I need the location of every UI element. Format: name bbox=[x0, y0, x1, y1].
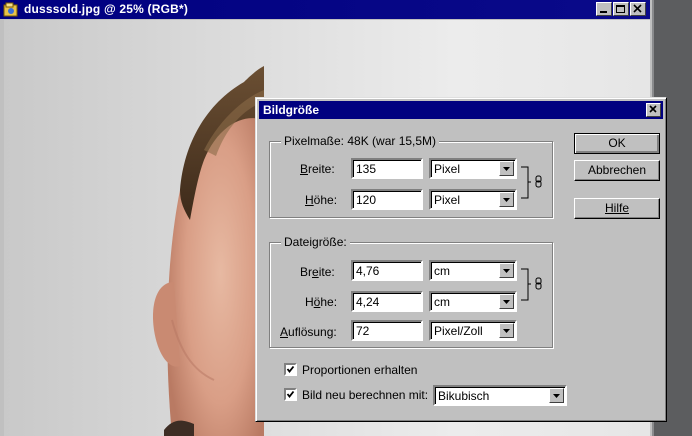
checkmark-icon bbox=[286, 390, 295, 398]
doc-height-label: Höhe: bbox=[305, 295, 338, 309]
doc-width-unit-select[interactable]: cm bbox=[429, 260, 517, 281]
pixel-height-unit-value: Pixel bbox=[434, 193, 461, 207]
dropdown-arrow[interactable] bbox=[499, 161, 514, 176]
resolution-input[interactable]: 72 bbox=[351, 320, 423, 341]
close-button[interactable] bbox=[630, 2, 646, 16]
chevron-down-icon bbox=[503, 198, 510, 202]
doc-width-label: Breite: bbox=[300, 265, 335, 279]
resolution-unit-select[interactable]: Pixel/Zoll bbox=[429, 320, 517, 341]
close-icon bbox=[633, 4, 642, 13]
doc-height-unit-select[interactable]: cm bbox=[429, 291, 517, 312]
document-title-bar[interactable]: dusssold.jpg @ 25% (RGB*) bbox=[0, 0, 650, 19]
ok-button[interactable]: OK bbox=[574, 133, 660, 154]
pixel-height-label: Höhe: bbox=[305, 193, 338, 207]
link-bracket-icon bbox=[521, 268, 542, 301]
checkmark-icon bbox=[286, 365, 295, 373]
photoshop-file-icon bbox=[3, 2, 18, 17]
chevron-down-icon bbox=[503, 269, 510, 273]
cancel-button[interactable]: Abbrechen bbox=[574, 160, 660, 181]
dialog-title-bar[interactable]: Bildgröße bbox=[259, 101, 663, 119]
pixel-height-input[interactable]: 120 bbox=[351, 189, 423, 210]
resample-method-value: Bikubisch bbox=[438, 389, 490, 403]
dropdown-arrow[interactable] bbox=[549, 388, 564, 403]
doc-width-unit-value: cm bbox=[434, 264, 450, 278]
pixel-width-unit-select[interactable]: Pixel bbox=[429, 158, 517, 179]
resample-checkbox[interactable] bbox=[284, 388, 297, 401]
pixel-height-unit-select[interactable]: Pixel bbox=[429, 189, 517, 210]
minimize-button[interactable] bbox=[596, 2, 612, 16]
dropdown-arrow[interactable] bbox=[499, 323, 514, 338]
dropdown-arrow[interactable] bbox=[499, 192, 514, 207]
resample-label[interactable]: Bild neu berechnen mit: bbox=[302, 388, 428, 402]
image-size-dialog: Bildgröße Pixelmaße: 48K (war 15,5M) Bre… bbox=[255, 97, 667, 422]
pixel-dimensions-legend: Pixelmaße: 48K (war 15,5M) bbox=[281, 134, 440, 148]
help-button-label: Hilfe bbox=[604, 201, 629, 215]
doc-height-input[interactable]: 4,24 bbox=[351, 291, 423, 312]
maximize-icon bbox=[616, 5, 625, 13]
doc-height-unit-value: cm bbox=[434, 295, 450, 309]
pixel-width-unit-value: Pixel bbox=[434, 162, 461, 176]
maximize-button[interactable] bbox=[613, 2, 629, 16]
resolution-unit-value: Pixel/Zoll bbox=[434, 324, 483, 338]
document-size-legend: Dateigröße: bbox=[281, 235, 350, 249]
help-button[interactable]: Hilfe bbox=[574, 198, 660, 219]
link-bracket-icon bbox=[521, 166, 542, 199]
dropdown-arrow[interactable] bbox=[499, 294, 514, 309]
pixel-width-input[interactable]: 135 bbox=[351, 158, 423, 179]
dialog-close-button[interactable] bbox=[646, 103, 661, 117]
dropdown-arrow[interactable] bbox=[499, 263, 514, 278]
resolution-label: Auflösung: bbox=[280, 325, 337, 339]
minimize-icon bbox=[600, 11, 607, 13]
pixel-width-label: Breite: bbox=[300, 162, 335, 176]
constrain-proportions-checkbox[interactable] bbox=[284, 363, 297, 376]
resample-method-select[interactable]: Bikubisch bbox=[433, 385, 567, 406]
chevron-down-icon bbox=[503, 300, 510, 304]
dialog-title: Bildgröße bbox=[263, 103, 319, 117]
close-icon bbox=[649, 105, 657, 113]
chevron-down-icon bbox=[503, 167, 510, 171]
doc-width-input[interactable]: 4,76 bbox=[351, 260, 423, 281]
chevron-down-icon bbox=[503, 329, 510, 333]
constrain-proportions-label[interactable]: Proportionen erhalten bbox=[302, 363, 417, 377]
document-title: dusssold.jpg @ 25% (RGB*) bbox=[24, 2, 189, 16]
chevron-down-icon bbox=[553, 394, 560, 398]
